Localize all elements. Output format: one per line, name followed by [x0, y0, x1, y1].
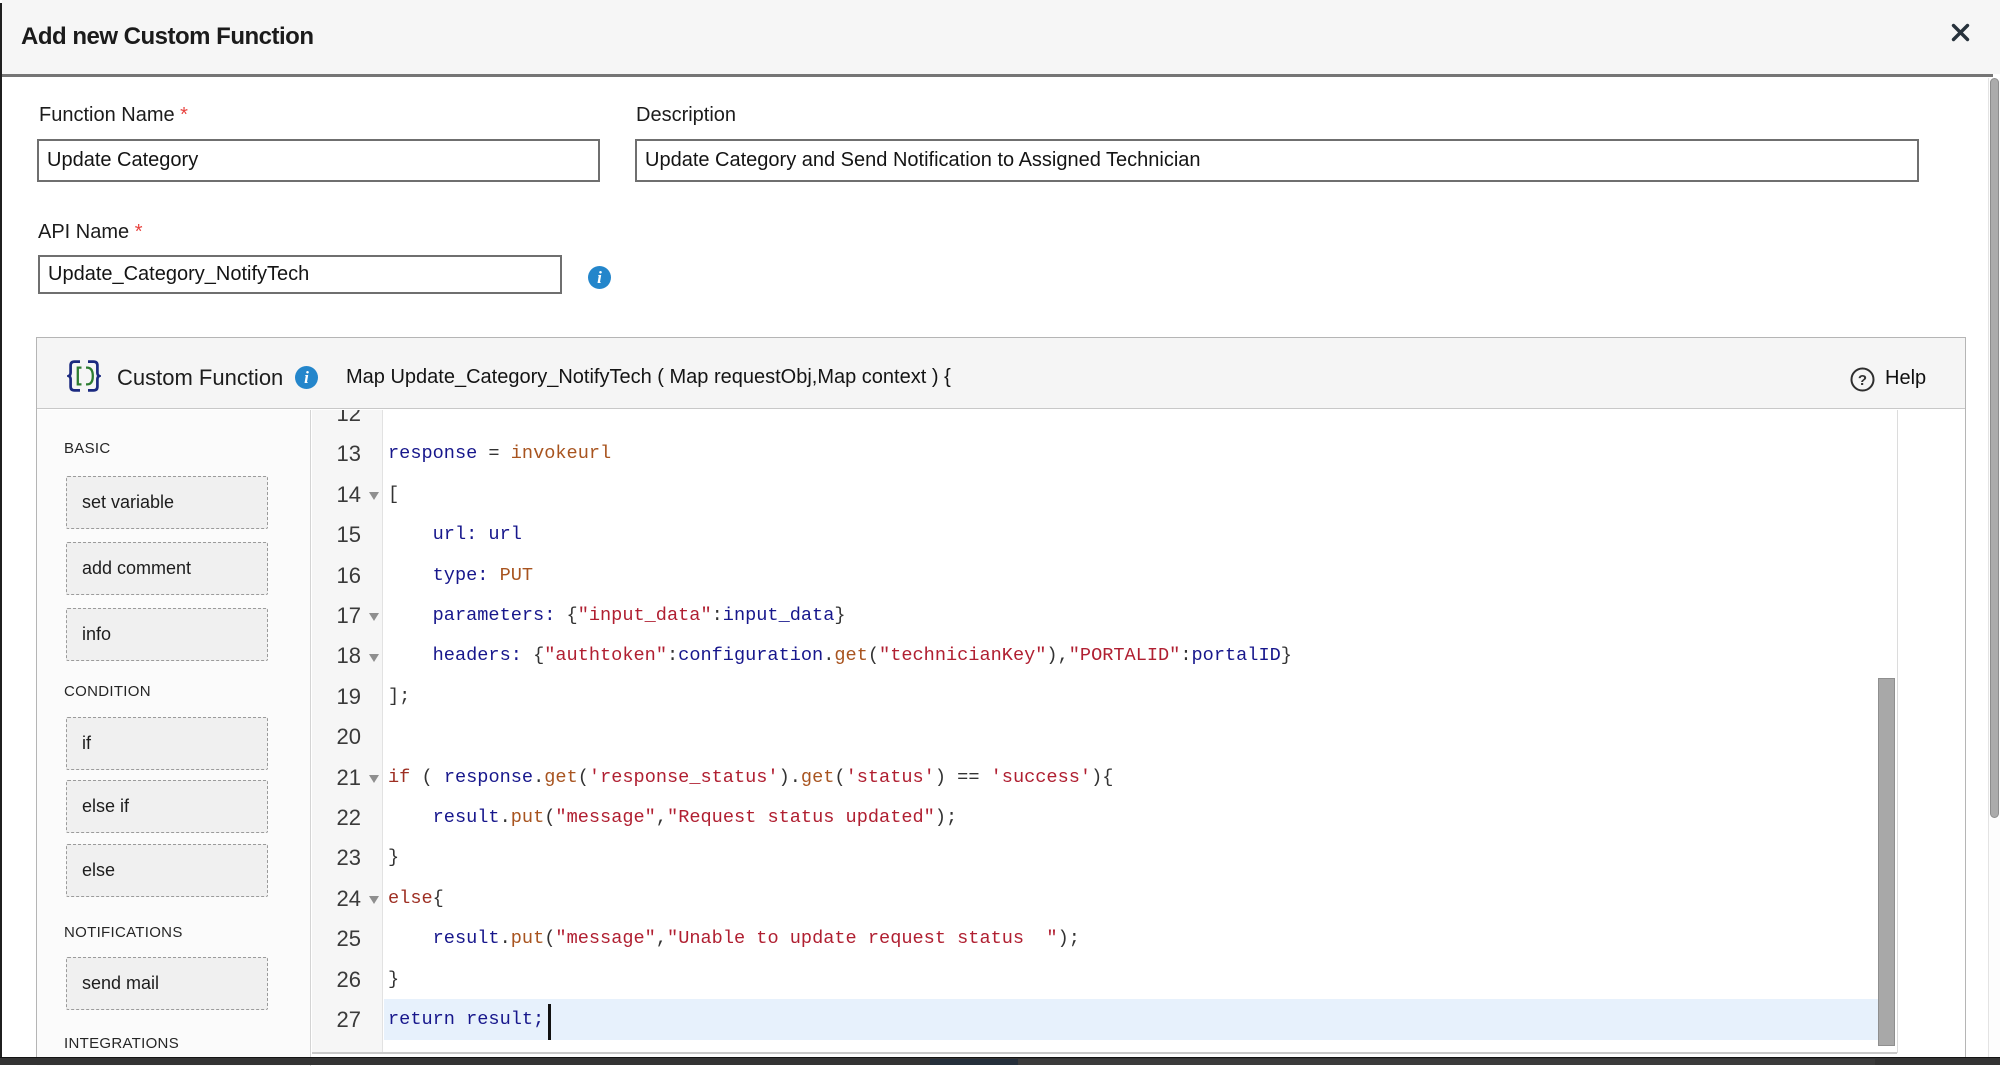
svg-text:?: ?: [1858, 372, 1867, 389]
